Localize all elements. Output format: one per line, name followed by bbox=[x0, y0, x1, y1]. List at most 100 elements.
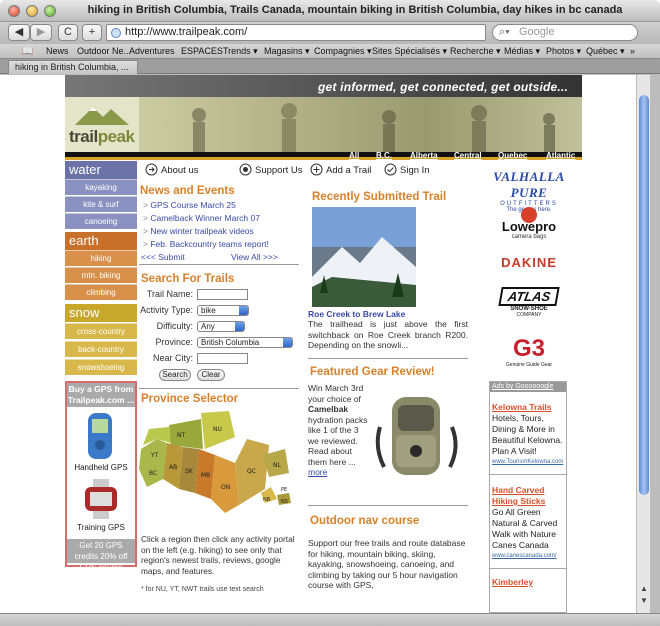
map-label: NS bbox=[281, 499, 288, 505]
nav-cross-country[interactable]: cross-country bbox=[65, 323, 137, 339]
bookmark-compagnies[interactable]: Compagnies ▾ bbox=[314, 46, 372, 57]
browser-window: hiking in British Columbia, Trails Canad… bbox=[0, 0, 660, 626]
nav-hiking[interactable]: hiking bbox=[65, 250, 137, 266]
bookmark-magasins[interactable]: Magasins ▾ bbox=[264, 46, 310, 57]
ad-title[interactable]: Hand Carved Hiking Sticks bbox=[492, 485, 564, 507]
handheld-gps-label[interactable]: Handheld GPS bbox=[67, 463, 135, 472]
g3-logo[interactable]: G3 Genuine Guide Gear bbox=[489, 336, 569, 369]
search-field[interactable]: ⌕▾ Google bbox=[492, 24, 638, 41]
handheld-gps-icon bbox=[88, 413, 112, 459]
near-city-input[interactable] bbox=[197, 353, 248, 364]
scroll-thumb[interactable] bbox=[639, 95, 649, 495]
scroll-up-arrow[interactable]: ▲ bbox=[639, 585, 649, 593]
reload-button[interactable]: C bbox=[58, 24, 78, 41]
nav-course-text: Support our free trails and route databa… bbox=[308, 538, 466, 590]
difficulty-select[interactable]: Any bbox=[197, 321, 245, 332]
ad-item[interactable]: Hand Carved Hiking Sticks Go All Green N… bbox=[490, 481, 566, 562]
back-button[interactable]: ◀ bbox=[8, 24, 30, 41]
about-us-label: About us bbox=[161, 165, 199, 176]
tab-current[interactable]: hiking in British Columbia, ... bbox=[8, 60, 138, 74]
ad-url[interactable]: www.TourismKelowna.com bbox=[492, 457, 564, 468]
dakine-logo[interactable]: DAKINE bbox=[489, 255, 569, 270]
map-label: PE bbox=[281, 487, 287, 493]
trail-link[interactable]: Roe Creek to Brew Lake bbox=[308, 309, 405, 319]
sponsor-column: VALHALLA PURE OUTFITTERS The gear is her… bbox=[489, 161, 569, 613]
canada-map[interactable]: YT NT NU BC AB SK MB ON QC NL NB NS PE bbox=[139, 409, 299, 531]
nav-back-country[interactable]: back-country bbox=[65, 341, 137, 357]
province-select[interactable]: British Columbia bbox=[197, 337, 293, 348]
bookmark-espaces[interactable]: ESPACES bbox=[181, 46, 223, 56]
province-alberta[interactable]: Alberta bbox=[410, 151, 438, 160]
trail-photo[interactable] bbox=[312, 207, 416, 307]
province-atlantic[interactable]: Atlantic bbox=[546, 151, 575, 160]
vertical-scrollbar[interactable]: ▲ ▼ bbox=[636, 75, 650, 613]
ads-head[interactable]: Ads by Goooooogle bbox=[490, 382, 566, 392]
logo-area[interactable]: trailpeak bbox=[65, 97, 139, 152]
add-trail-link[interactable]: Add a Trail bbox=[310, 163, 371, 176]
province-selector-text: Click a region then click any activity p… bbox=[141, 534, 295, 576]
bookmark-medias[interactable]: Médias ▾ bbox=[504, 46, 540, 57]
title-bar: hiking in British Columbia, Trails Canad… bbox=[0, 0, 660, 22]
gear-more-link[interactable]: more bbox=[308, 467, 327, 477]
nav-canoeing[interactable]: canoeing bbox=[65, 213, 137, 229]
ad-title[interactable]: Kelowna Trails bbox=[492, 402, 564, 413]
news-item[interactable]: Camelback Winner March 07 bbox=[143, 213, 260, 223]
bookmark-quebec[interactable]: Québec ▾ bbox=[586, 46, 625, 57]
about-us-link[interactable]: About us bbox=[145, 163, 199, 176]
ad-item[interactable]: Kimberley bbox=[490, 575, 566, 588]
province-central[interactable]: Central bbox=[454, 151, 482, 160]
forward-button[interactable]: ▶ bbox=[30, 24, 52, 41]
nav-snowshoeing[interactable]: snowshoeing bbox=[65, 359, 137, 375]
ad-title[interactable]: Kimberley bbox=[492, 577, 564, 588]
news-item[interactable]: New winter trailpeak videos bbox=[143, 226, 253, 236]
ad-url[interactable]: www.canescanada.com/ bbox=[492, 551, 564, 562]
nav-kite-surf[interactable]: kite & surf bbox=[65, 196, 137, 212]
support-us-link[interactable]: Support Us bbox=[239, 163, 303, 176]
add-bookmark-button[interactable]: + bbox=[82, 24, 102, 41]
minimize-window-button[interactable] bbox=[26, 5, 38, 17]
ad-item[interactable]: Kelowna Trails Hotels, Tours, Dining & M… bbox=[490, 392, 566, 468]
training-gps-label[interactable]: Training GPS bbox=[67, 523, 135, 532]
nav-mtn-biking[interactable]: mtn. biking bbox=[65, 267, 137, 283]
bookmark-adventures[interactable]: Adventures bbox=[129, 46, 175, 56]
divider bbox=[139, 264, 299, 265]
window-title: hiking in British Columbia, Trails Canad… bbox=[87, 4, 623, 16]
lowepro-logo[interactable]: Lowepro camera bags bbox=[489, 207, 569, 240]
nav-earth[interactable]: earth bbox=[65, 232, 137, 250]
scroll-down-arrow[interactable]: ▼ bbox=[639, 597, 649, 605]
bookmark-recherche[interactable]: Recherche ▾ bbox=[450, 46, 501, 57]
sign-in-link[interactable]: Sign In bbox=[384, 163, 430, 176]
news-title: News and Events bbox=[140, 185, 235, 197]
bookmark-outdoor[interactable]: Outdoor Ne... bbox=[77, 46, 131, 56]
bookmark-photos[interactable]: Photos ▾ bbox=[546, 46, 581, 57]
bookmarks-overflow[interactable]: » bbox=[630, 46, 635, 56]
bookmarks-book-icon[interactable]: 📖 bbox=[22, 46, 33, 57]
close-window-button[interactable] bbox=[8, 5, 20, 17]
divider bbox=[490, 474, 566, 475]
submit-news-link[interactable]: <<< Submit bbox=[141, 252, 185, 262]
province-quebec[interactable]: Quebec bbox=[498, 151, 527, 160]
zoom-window-button[interactable] bbox=[44, 5, 56, 17]
search-icon: ⌕▾ bbox=[499, 26, 510, 38]
nav-snow[interactable]: snow bbox=[65, 304, 137, 322]
nav-kayaking[interactable]: kayaking bbox=[65, 179, 137, 195]
atlas-logo[interactable]: ATLAS SNOW-SHOE COMPANY bbox=[489, 287, 569, 318]
view-all-news-link[interactable]: View All >>> bbox=[231, 252, 278, 262]
clear-button[interactable]: Clear bbox=[197, 369, 225, 381]
province-bc[interactable]: B.C. bbox=[376, 151, 392, 160]
map-label: YT bbox=[150, 452, 159, 459]
gps-promo[interactable]: Buy a GPS from Trailpeak.com ... Handhel… bbox=[65, 381, 137, 572]
bookmark-news[interactable]: News bbox=[46, 46, 69, 56]
news-item[interactable]: Feb. Backcountry teams report! bbox=[143, 239, 269, 249]
activity-type-select[interactable]: bike bbox=[197, 305, 249, 316]
search-button[interactable]: Search bbox=[159, 369, 191, 381]
nav-water[interactable]: water bbox=[65, 161, 137, 179]
bookmark-sites[interactable]: Sites Spécialisés ▾ bbox=[372, 46, 447, 57]
nav-climbing[interactable]: climbing bbox=[65, 284, 137, 300]
address-bar[interactable]: http://www.trailpeak.com/ bbox=[106, 24, 486, 41]
bookmark-trends[interactable]: Trends ▾ bbox=[223, 46, 258, 57]
province-all[interactable]: All bbox=[349, 151, 359, 160]
backpack-image[interactable] bbox=[370, 387, 466, 483]
news-item[interactable]: GPS Course March 25 bbox=[143, 200, 236, 210]
trail-name-input[interactable] bbox=[197, 289, 248, 300]
